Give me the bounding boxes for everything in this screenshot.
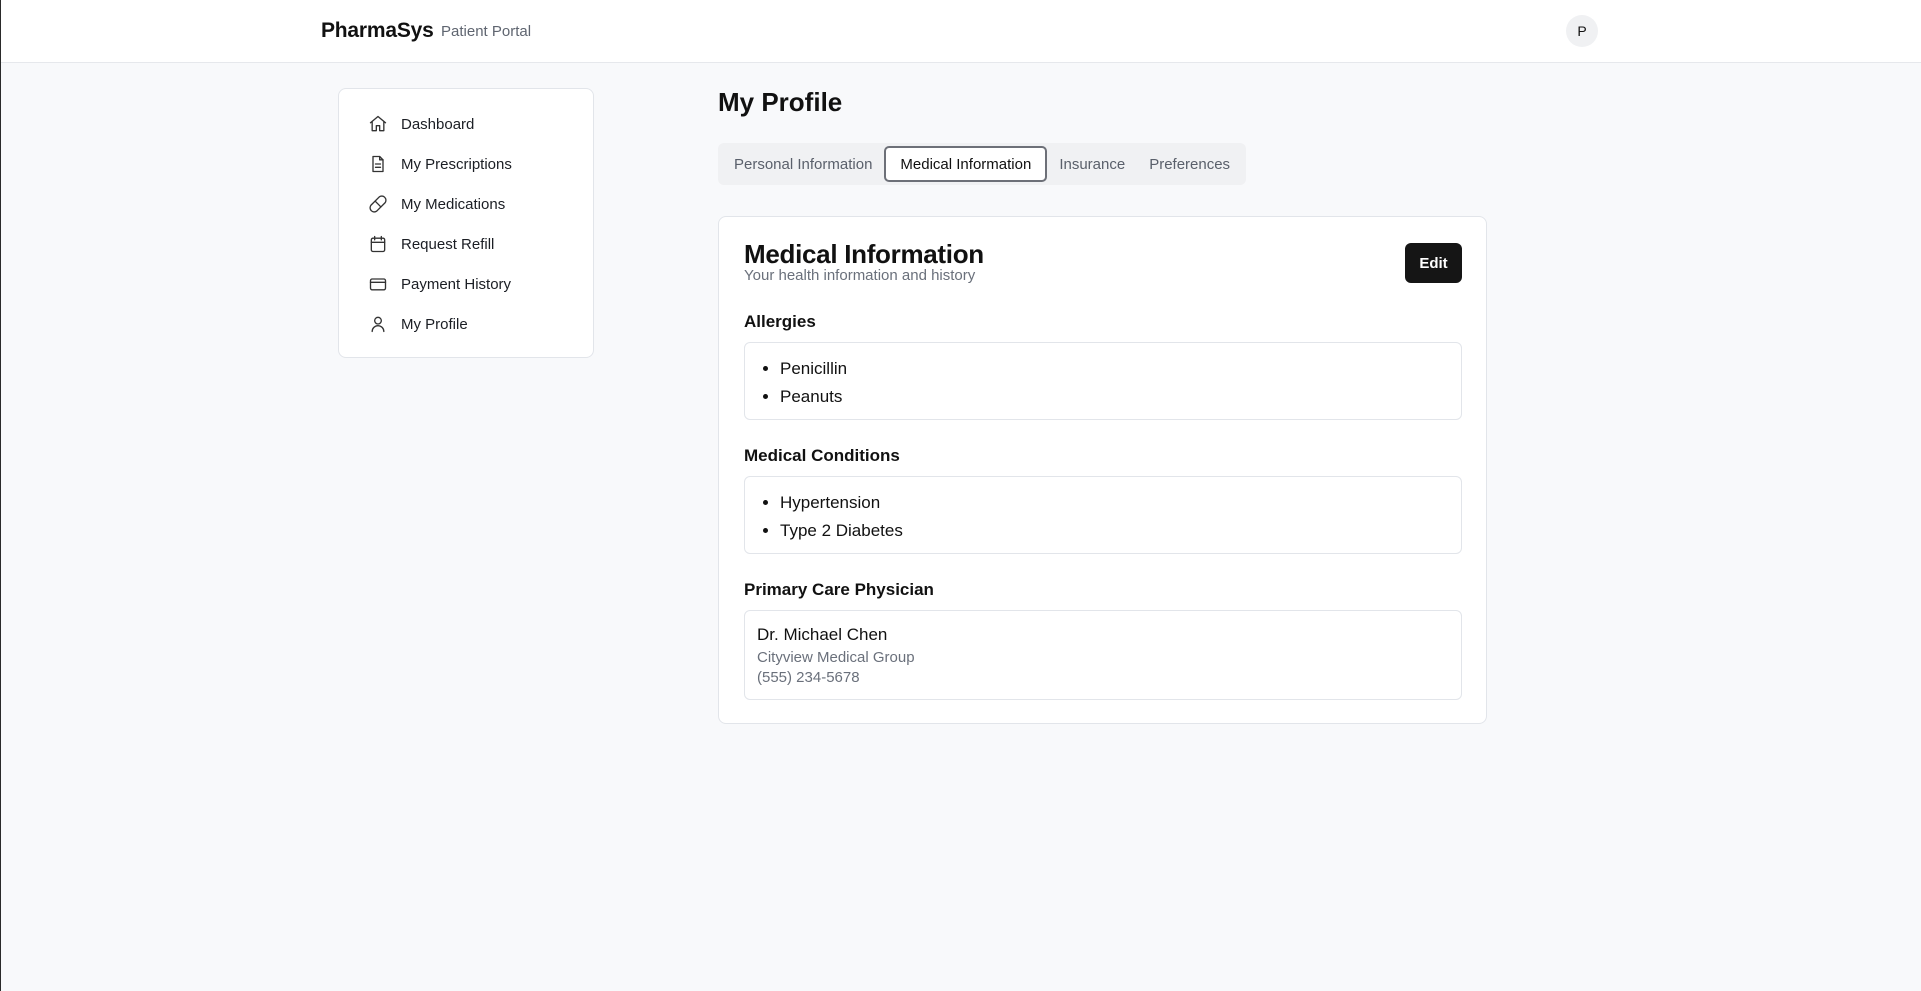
allergies-list: Penicillin Peanuts bbox=[745, 343, 1461, 411]
sidebar: Dashboard My Prescriptions My Medication… bbox=[338, 88, 594, 358]
physician-phone: (555) 234-5678 bbox=[757, 669, 860, 686]
profile-tabs: Personal Information Medical Information… bbox=[718, 143, 1247, 185]
list-item: Type 2 Diabetes bbox=[780, 517, 1461, 545]
physician-organization: Cityview Medical Group bbox=[757, 649, 915, 666]
page-title: My Profile bbox=[718, 87, 843, 117]
sidebar-item-medications[interactable]: My Medications bbox=[339, 184, 593, 224]
conditions-list: Hypertension Type 2 Diabetes bbox=[745, 477, 1461, 545]
pill-icon bbox=[367, 193, 389, 215]
sidebar-item-prescriptions[interactable]: My Prescriptions bbox=[339, 144, 593, 184]
brand-subtitle: Patient Portal bbox=[441, 23, 532, 40]
user-icon bbox=[367, 313, 389, 335]
medical-conditions-label: Medical Conditions bbox=[744, 446, 900, 465]
physician-label: Primary Care Physician bbox=[744, 580, 934, 599]
sidebar-item-dashboard[interactable]: Dashboard bbox=[339, 104, 593, 144]
list-item: Peanuts bbox=[780, 383, 1461, 411]
app-window: PharmaSys Patient Portal P Dashboard My … bbox=[0, 0, 1921, 991]
sidebar-item-request-refill[interactable]: Request Refill bbox=[339, 224, 593, 264]
sidebar-item-label: Request Refill bbox=[401, 235, 495, 253]
physician-name: Dr. Michael Chen bbox=[757, 625, 888, 644]
home-icon bbox=[367, 113, 389, 135]
tab-insurance[interactable]: Insurance bbox=[1047, 146, 1137, 182]
sidebar-item-label: Dashboard bbox=[401, 115, 475, 133]
user-avatar-button[interactable]: P bbox=[1566, 15, 1598, 47]
tab-medical-information[interactable]: Medical Information bbox=[884, 146, 1048, 182]
card-title: Medical Information bbox=[744, 239, 984, 269]
sidebar-item-label: Payment History bbox=[401, 275, 512, 293]
sidebar-item-my-profile[interactable]: My Profile bbox=[339, 304, 593, 344]
sidebar-item-label: My Prescriptions bbox=[401, 155, 512, 173]
credit-card-icon bbox=[367, 273, 389, 295]
tab-preferences[interactable]: Preferences bbox=[1137, 146, 1242, 182]
top-bar: PharmaSys Patient Portal P bbox=[1, 0, 1921, 63]
conditions-box: Hypertension Type 2 Diabetes bbox=[744, 476, 1462, 554]
sidebar-item-payment-history[interactable]: Payment History bbox=[339, 264, 593, 304]
physician-box: Dr. Michael Chen Cityview Medical Group … bbox=[744, 610, 1462, 700]
sidebar-item-label: My Medications bbox=[401, 195, 506, 213]
list-item: Penicillin bbox=[780, 355, 1461, 383]
brand-logo[interactable]: PharmaSys bbox=[321, 19, 434, 43]
document-icon bbox=[367, 153, 389, 175]
allergies-box: Penicillin Peanuts bbox=[744, 342, 1462, 420]
sidebar-item-label: My Profile bbox=[401, 315, 468, 333]
medical-information-card: Medical Information Your health informat… bbox=[718, 216, 1487, 724]
edit-button[interactable]: Edit bbox=[1405, 243, 1462, 283]
calendar-icon bbox=[367, 233, 389, 255]
card-subtitle: Your health information and history bbox=[744, 267, 976, 284]
list-item: Hypertension bbox=[780, 489, 1461, 517]
allergies-label: Allergies bbox=[744, 312, 816, 331]
tab-personal-information[interactable]: Personal Information bbox=[722, 146, 884, 182]
